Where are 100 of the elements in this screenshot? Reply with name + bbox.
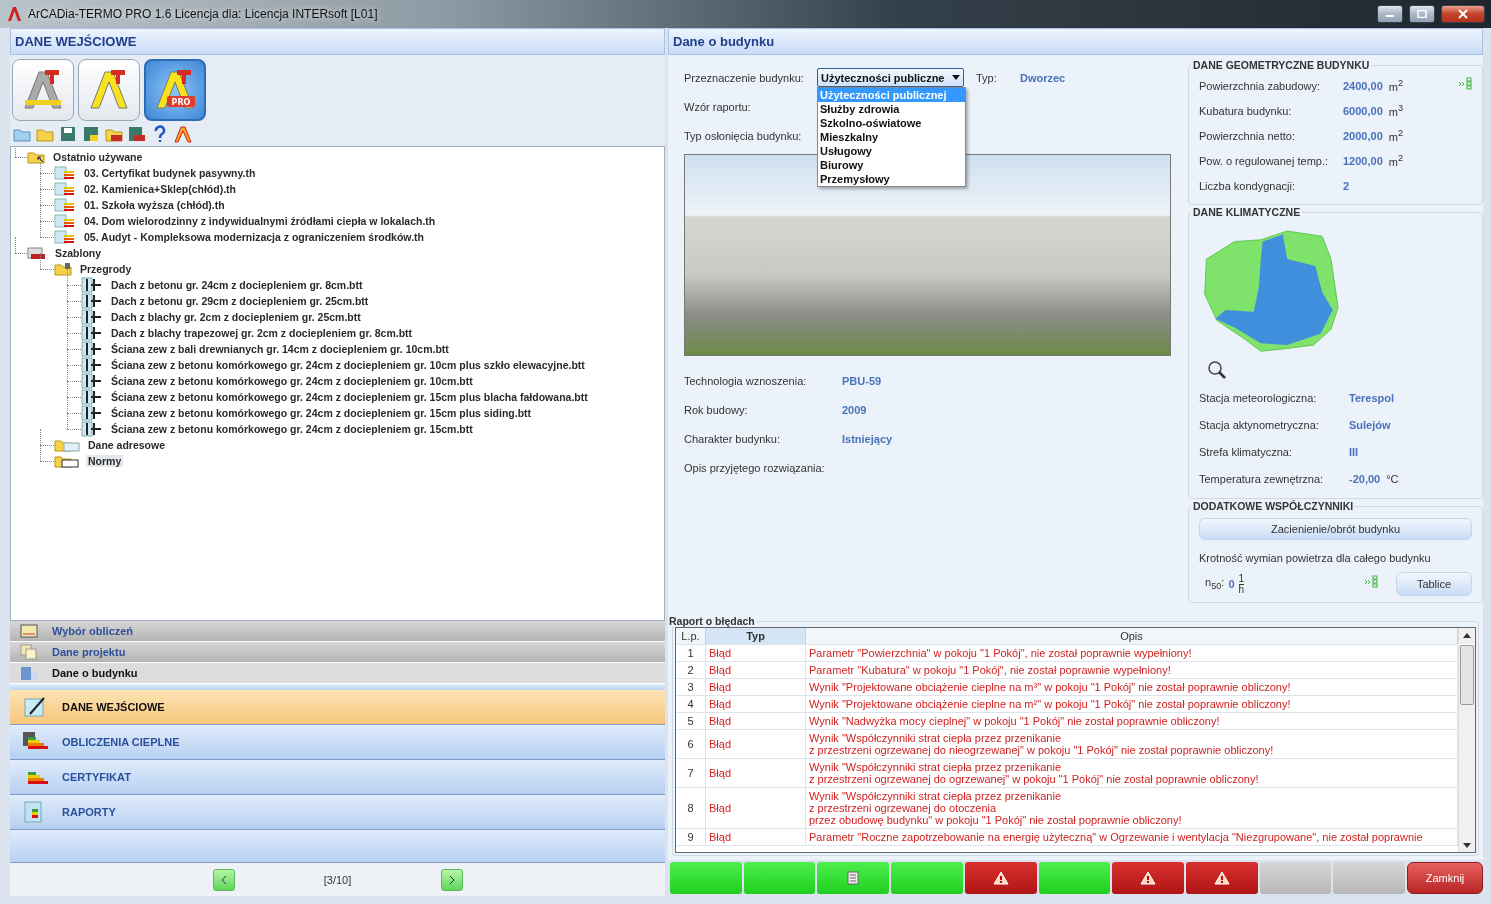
tree-item[interactable]: 05. Audyt - Kompleksowa modernizacja z ograniczeniem środków.th [82, 231, 426, 243]
purpose-select[interactable]: Użyteczności publiczne [817, 68, 964, 87]
shading-button[interactable]: Zacienienie/obrót budynku [1199, 518, 1472, 540]
maximize-icon [1417, 10, 1427, 18]
tree-item[interactable]: 01. Szkoła wyższa (chłód).th [82, 199, 227, 211]
zoom-icon[interactable] [1207, 360, 1227, 380]
dropdown-option[interactable]: Szkolno-oświatowe [818, 116, 965, 130]
minimize-button[interactable] [1377, 5, 1403, 23]
warning-icon [1213, 871, 1230, 885]
folder-icon [13, 126, 31, 142]
status-segment[interactable] [1185, 862, 1258, 894]
mode-button[interactable] [12, 59, 74, 121]
tree-item[interactable]: Dach z betonu gr. 24cm z dociepleniem gr. 8cm.btt [109, 279, 365, 291]
maximize-button[interactable] [1409, 5, 1435, 23]
section-tab[interactable]: CERTYFIKAT [10, 760, 665, 795]
table-cell: Błąd [706, 645, 806, 661]
mode-button[interactable]: PRO [144, 59, 206, 121]
table-cell: 3 [676, 679, 706, 695]
dropdown-option[interactable]: Mieszkalny [818, 130, 965, 144]
tree-item[interactable]: Przegrody [78, 263, 134, 275]
table-cell: 6 [676, 730, 706, 758]
notepad-pen-icon [22, 696, 48, 718]
tree-item[interactable]: Ściana zew z betonu komórkowego gr. 24cm z dociepleniem gr. 15cm plus blacha fałdowana.btt [109, 391, 590, 403]
save-template-button[interactable] [127, 124, 147, 144]
section-tab[interactable]: OBLICZENIA CIEPLNE [10, 725, 665, 760]
about-button[interactable] [173, 124, 193, 144]
status-segment[interactable] [817, 862, 890, 894]
tree-item[interactable]: Ściana zew z bali drewnianych gr. 14cm z dociepleniem gr. 10cm.btt [109, 343, 451, 355]
wall-layer-icon [81, 325, 103, 341]
scroll-up-button[interactable] [1458, 628, 1475, 644]
table-cell: 8 [676, 788, 706, 828]
arrow-up-icon [1463, 633, 1471, 638]
page-counter: [3/10] [322, 873, 353, 886]
panel-header: Dane o budynku [668, 28, 1483, 55]
status-segment[interactable] [964, 862, 1037, 894]
field-label: Strefa klimatyczna: [1199, 445, 1293, 458]
tree-item[interactable]: Dach z betonu gr. 29cm z dociepleniem gr. 25cm.btt [109, 295, 371, 307]
dropdown-option[interactable]: Usługowy [818, 144, 965, 158]
table-cell: 2 [676, 662, 706, 678]
building-icon [20, 665, 38, 681]
nav-item[interactable]: Dane o budynku [10, 663, 665, 684]
app-logo-icon: PRO [153, 68, 197, 112]
section-tab[interactable]: DANE WEJŚCIOWE [10, 690, 665, 725]
previous-button[interactable] [212, 868, 235, 891]
wall-layer-icon [81, 421, 103, 437]
group-title: DODATKOWE WSPÓŁCZYNNIKI [1192, 500, 1355, 512]
column-header[interactable]: Opis [806, 628, 1458, 644]
dropdown-option[interactable]: Biurowy [818, 158, 965, 172]
mode-button[interactable] [78, 59, 140, 121]
status-segment[interactable] [1112, 862, 1184, 894]
tree-item[interactable]: Ściana zew z betonu komórkowego gr. 24cm z dociepleniem gr. 15cm plus siding.btt [109, 407, 534, 419]
tree-item[interactable]: Dane adresowe [86, 439, 168, 451]
scrollbar-thumb[interactable] [1460, 645, 1474, 705]
tree-item[interactable]: Szablony [53, 247, 104, 259]
nav-item[interactable]: Wybór obliczeń [10, 621, 665, 642]
nav-item[interactable]: Dane projektu [10, 642, 665, 663]
section-tab[interactable]: RAPORTY [10, 795, 665, 830]
column-header[interactable]: L.p. [676, 628, 706, 644]
app-logo-icon [87, 68, 131, 112]
field-value: 6000,00 [1343, 104, 1383, 117]
dropdown-option[interactable]: Służby zdrowia [818, 102, 965, 116]
dropdown-option[interactable]: Przemysłowy [818, 172, 965, 186]
close-button[interactable]: Zamknij [1407, 862, 1484, 894]
tree-item[interactable]: 02. Kamienica+Sklep(chłód).th [82, 183, 238, 195]
field-value: 2009 [842, 403, 867, 416]
tables-button[interactable]: Tablice [1396, 572, 1472, 596]
wall-layer-icon [81, 309, 103, 325]
tree-item[interactable]: 04. Dom wielorodzinny z indywidualnymi źródłami ciepła w lokalach.th [82, 215, 438, 227]
tree-item[interactable]: Ściana zew z betonu komórkowego gr. 24cm z dociepleniem gr. 10cm plus szkło elewacyjne.btt [109, 359, 587, 371]
tree-item[interactable]: Ostatnio używane [51, 151, 145, 163]
field-label: Kubatura budynku: [1199, 104, 1293, 117]
tree-item[interactable]: Dach z blachy gr. 2cm z dociepleniem gr. 25cm.btt [109, 311, 363, 323]
field-label: Technologia wznoszenia: [684, 374, 808, 387]
field-label: Powierzchnia netto: [1199, 129, 1296, 142]
tree-item[interactable]: 03. Certyfikat budynek pasywny.th [82, 167, 258, 179]
field-label: Liczba kondygnacji: [1199, 179, 1296, 192]
field-label: Pow. o regulowanej temp.: [1199, 154, 1330, 167]
field-label: Powierzchnia zabudowy: [1199, 79, 1322, 92]
close-icon [1458, 9, 1468, 19]
table-cell: Błąd [706, 788, 806, 828]
field-label: Krotność wymian powietrza dla całego budynku [1199, 552, 1431, 564]
document-icon [54, 230, 76, 244]
tree-item[interactable]: Ściana zew z betonu komórkowego gr. 24cm z dociepleniem gr. 15cm.btt [109, 423, 475, 435]
column-header[interactable]: Typ [706, 628, 806, 644]
close-button[interactable] [1441, 5, 1485, 23]
expand-more-icon [1364, 575, 1378, 589]
save-button[interactable] [58, 124, 78, 144]
tree-item[interactable]: Dach z blachy trapezowej gr. 2cm z dociepleniem gr. 8cm.btt [109, 327, 415, 339]
floppy-bricks-icon [128, 126, 146, 142]
table-cell: 1 [676, 645, 706, 661]
save-as-button[interactable] [81, 124, 101, 144]
tree-item[interactable]: Normy [86, 455, 124, 467]
app-logo-icon [6, 6, 22, 22]
vertical-scrollbar[interactable] [1458, 645, 1475, 852]
field-value: PBU-59 [842, 374, 882, 387]
next-button[interactable] [440, 868, 463, 891]
panel-header: DANE WEJŚCIOWE [10, 28, 665, 55]
tree-item[interactable]: Ściana zew z betonu komórkowego gr. 24cm z dociepleniem gr. 10cm.btt [109, 375, 475, 387]
field-label: Stacja aktynometryczna: [1199, 418, 1320, 431]
wall-layer-icon [81, 341, 103, 357]
